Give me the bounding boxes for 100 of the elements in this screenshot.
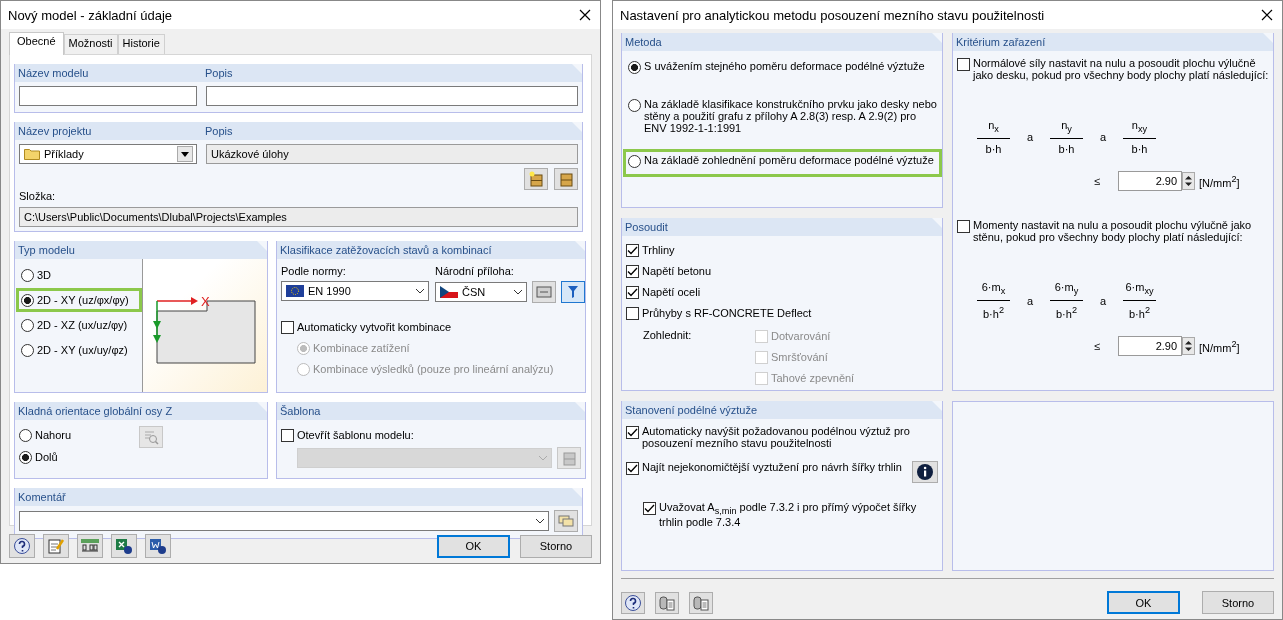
fraction-numerator: 6·m$_{xy}$ [1123,281,1156,302]
radio-button[interactable] [21,318,34,332]
units-button[interactable] [77,534,103,558]
radio-button[interactable] [21,343,34,357]
info-icon [916,463,934,481]
cancel-button[interactable]: Storno [520,534,592,558]
option-label: Na základě zohlednění poměru deformace podélné výztuže [644,154,934,166]
cabinet-icon [558,171,574,187]
limit-value-field[interactable]: 2.90 [1118,336,1183,357]
checkbox[interactable] [626,462,639,475]
checkbox-label: Najít nejekonomičtější vyztužení pro návrh šířky trhlin [642,461,903,473]
chevron-icon [535,518,545,524]
description-field[interactable] [206,86,578,106]
conjunction: a [1098,131,1108,144]
checkbox[interactable] [626,264,639,278]
checkbox-label: Uvažovat A$_{s,min}$ podle 7.3.2 i pro přímý výpočet šířky trhlin podle 7.3.4 [659,501,918,529]
checkbox[interactable] [626,243,639,257]
radio-button[interactable] [21,268,34,282]
checkbox-label: Automaticky vytvořit kombinace [297,321,452,333]
filter-button[interactable] [561,281,585,303]
magnifier-icon [143,429,159,445]
help-button[interactable] [621,591,645,614]
checkbox[interactable] [643,502,656,515]
fraction-numerator: n$_{y}$ [1050,119,1083,140]
info-button[interactable] [912,461,938,483]
checkbox[interactable] [626,306,639,320]
group-title: Název projektu [18,124,93,138]
caret-icon [181,151,189,157]
group-title: Metoda [622,33,942,51]
ok-button[interactable]: OK [1107,591,1180,614]
description-field[interactable]: Ukázkové úlohy [206,144,578,164]
checkbox[interactable] [281,320,294,334]
notepad-icon [47,537,65,555]
group-title: Kritérium zařazení [953,33,1273,51]
close-icon[interactable] [579,9,591,21]
export-button[interactable] [689,591,713,614]
cancel-button[interactable]: Storno [1202,591,1274,614]
z-axis-arrow [153,300,161,343]
checkbox[interactable] [957,58,970,71]
option-label: Na základě klasifikace konstrukčního prvku jako desky nebo stěny a použití grafu z přílohy A 2.8(3) resp. A 2.9(2) pro ENV 1992-1-1:1991 [644,98,937,134]
model-name-field[interactable] [19,86,197,106]
checkbox-label: Průhyby s RF-CONCRETE Deflect [642,307,812,319]
checkbox-label: Smršťování [771,351,828,363]
x-axis-arrow [156,297,198,305]
field-label: Podle normy: [281,265,347,277]
help-button[interactable] [9,534,35,558]
norm-dropdown[interactable]: EN 1990 [281,281,429,301]
spin-button[interactable] [1182,172,1196,191]
tab[interactable]: Obecné [9,32,64,55]
radio-button[interactable] [19,428,32,442]
document-icon [149,537,167,555]
folder-path-field[interactable]: C:\Users\Public\Documents\Dlubal\Projects\Examples [19,207,578,227]
group-title: Komentář [15,488,582,506]
fraction-denominator: b·h$^{2}$ [1056,304,1077,321]
checkbox-label: Dotvarování [771,330,831,342]
consider-label: Zohlednit: [642,328,693,343]
close-icon[interactable] [1261,9,1273,21]
radio-button[interactable] [19,450,32,464]
checkbox-label: Momenty nastavit na nulu a posoudit plochu výlučně jako stěnu, pokud pro všechny body plochy platí následující: [973,219,1253,244]
word-button[interactable] [145,534,171,558]
fraction-denominator: b·h$^{2}$ [1129,304,1150,321]
spin-button[interactable] [1182,337,1196,356]
checkbox[interactable] [626,426,639,439]
radio-button[interactable] [628,99,641,112]
option-label: Nahoru [35,429,72,441]
project-dropdown[interactable]: Příklady [19,144,197,164]
cabinet-icon [528,171,544,187]
database-document-icon [692,593,710,612]
group-title: Popis [205,66,234,80]
group-title: Typ modelu [15,241,267,259]
project-manager-button[interactable] [554,168,578,190]
decimal-icon [80,537,100,555]
spreadsheet-icon [115,537,133,555]
import-button[interactable] [655,591,679,614]
radio-button[interactable] [628,155,641,168]
limit-value-field[interactable]: 2.90 [1118,171,1183,192]
edit-button[interactable] [43,534,69,558]
checkbox-label: Napětí betonu [642,265,712,277]
checkbox[interactable] [281,428,294,442]
windows-icon [558,514,574,528]
excel-button[interactable] [111,534,137,558]
fraction-denominator: b·h$^{2}$ [983,304,1004,321]
option-label: S uvážením stejného poměru deformace podélné výztuže [644,60,925,72]
option-label: 2D - XY (ux/uy/φz) [37,344,128,356]
tab[interactable]: Možnosti [63,34,118,54]
new-project-button[interactable] [524,168,548,190]
checkbox[interactable] [957,220,970,234]
group-title: Stanovení podélné výztuže [622,401,942,419]
fraction-denominator: b·h [1131,142,1148,156]
radio-button[interactable] [628,61,641,74]
checkbox-label: Napětí oceli [642,286,701,298]
annex-dropdown[interactable]: ČSN [435,282,527,302]
window-title: Nový model - základní údaje [8,7,173,23]
fraction-numerator: 6·m$_{x}$ [977,281,1010,302]
group-title: Název modelu [18,66,90,80]
checkbox[interactable] [626,285,639,299]
tab[interactable]: Historie [117,34,165,54]
comment-field[interactable] [19,511,549,531]
radio-button[interactable] [21,293,34,307]
ok-button[interactable]: OK [437,534,510,558]
